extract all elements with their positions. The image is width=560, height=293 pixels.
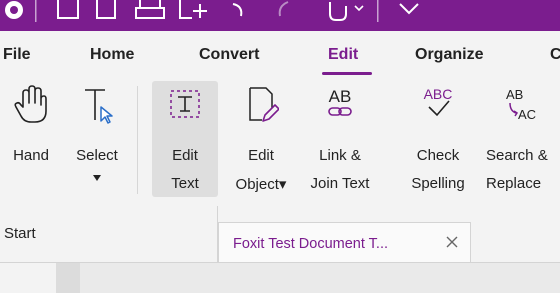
check-spelling-label-1: Check [416, 147, 460, 164]
select-label: Select [76, 147, 118, 164]
open-file-icon[interactable] [57, 0, 79, 19]
navigation-panel-gutter [0, 263, 56, 293]
check-spelling-label-2: Spelling [411, 175, 465, 192]
search-replace-button[interactable]: AB AC Search & Replace [476, 81, 560, 197]
spell-check-icon: ABC [424, 86, 453, 117]
tab-home[interactable]: Home [90, 46, 134, 68]
title-bar [0, 0, 560, 31]
link-join-label-1: Link & [319, 147, 361, 164]
document-area [0, 262, 560, 293]
svg-text:ABC: ABC [424, 86, 453, 102]
hand-icon [14, 85, 47, 123]
svg-text:AC: AC [518, 107, 536, 122]
link-join-text-button[interactable]: AB Link & Join Text [300, 81, 380, 197]
link-join-label-2: Join Text [310, 175, 370, 192]
select-tool-button[interactable]: Select [66, 81, 128, 197]
edit-object-label-2: Object▾ [235, 176, 287, 193]
hand-tool-button[interactable]: Hand [0, 81, 62, 197]
tab-file[interactable]: File [3, 46, 31, 68]
select-text-icon [85, 89, 113, 124]
search-replace-label-2: Replace [486, 175, 542, 192]
tab-start-page[interactable]: Start [0, 206, 218, 262]
document-page-margin [56, 263, 80, 293]
start-tab-label: Start [4, 225, 36, 242]
undo-icon[interactable] [232, 3, 243, 17]
tab-active-document[interactable]: Foxit Test Document T... [218, 222, 471, 263]
select-dropdown-icon[interactable] [93, 175, 101, 181]
tab-edit[interactable]: Edit [328, 46, 358, 68]
tab-convert[interactable]: Convert [199, 46, 259, 68]
ribbon-tab-bar: File Home Convert Edit Organize C [0, 31, 560, 81]
edit-object-label-1: Edit [248, 147, 274, 164]
tab-more[interactable]: C [550, 46, 560, 68]
link-join-icon: AB [328, 87, 352, 116]
edit-text-label-2: Text [171, 175, 199, 192]
create-pdf-icon[interactable] [179, 0, 207, 19]
svg-text:AB: AB [506, 87, 523, 102]
svg-text:AB: AB [329, 87, 352, 106]
active-tab-indicator [322, 72, 372, 75]
edit-text-icon [170, 90, 200, 118]
print-icon[interactable] [135, 0, 165, 19]
search-replace-icon: AB AC [506, 87, 536, 122]
close-tab-icon[interactable] [443, 233, 461, 251]
edit-object-icon [249, 87, 279, 122]
hand-tool-quick-icon[interactable] [329, 2, 364, 21]
ribbon-group-divider [137, 86, 138, 194]
new-file-icon[interactable] [96, 0, 116, 19]
edit-text-label-1: Edit [172, 147, 198, 164]
app-logo-icon [5, 1, 23, 19]
tab-organize[interactable]: Organize [415, 46, 483, 68]
hand-label: Hand [13, 147, 49, 164]
edit-text-button[interactable]: Edit Text [152, 81, 218, 197]
document-tab-bar: Start Foxit Test Document T... [0, 206, 560, 263]
search-replace-label-1: Search & [486, 147, 548, 164]
document-tab-title: Foxit Test Document T... [233, 236, 388, 252]
check-spelling-button[interactable]: ABC Check Spelling [404, 81, 472, 197]
redo-icon[interactable] [278, 1, 289, 17]
edit-ribbon: Hand Select Edit Text Edit Object▾ AB Li… [0, 81, 560, 206]
customize-toolbar-icon[interactable] [399, 3, 419, 15]
edit-object-button[interactable]: Edit Object▾ [226, 81, 296, 197]
